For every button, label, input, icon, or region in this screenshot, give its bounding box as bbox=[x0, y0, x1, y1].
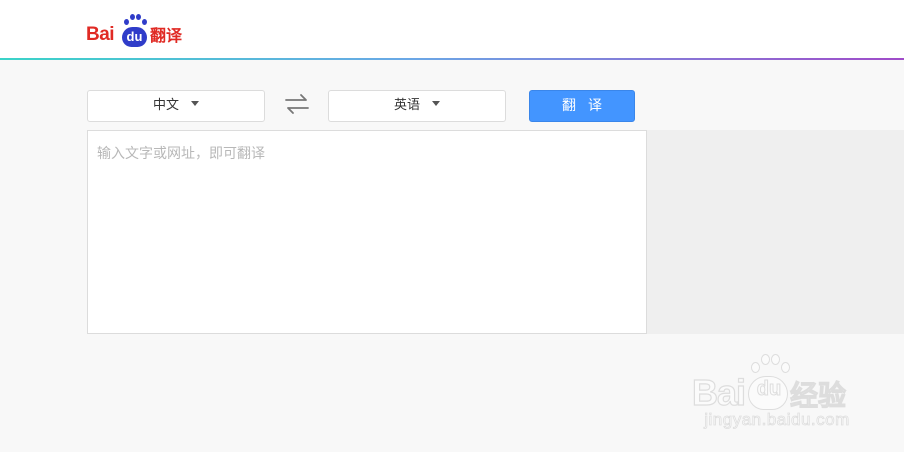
paw-icon bbox=[748, 352, 792, 378]
target-language-select[interactable]: 英语 bbox=[328, 90, 506, 122]
target-language-label: 英语 bbox=[393, 98, 420, 113]
header-bar: Bai du 翻译 bbox=[0, 0, 904, 60]
watermark-url-text: jingyan.baidu.com bbox=[704, 410, 850, 430]
source-language-select[interactable]: 中文 bbox=[87, 90, 265, 122]
header-gradient-divider bbox=[0, 58, 904, 60]
chevron-down-icon bbox=[191, 101, 199, 106]
chevron-down-icon bbox=[432, 101, 440, 106]
translation-output-panel bbox=[647, 130, 904, 334]
logo-fanyi-text: 翻译 bbox=[150, 26, 183, 45]
baidu-jingyan-watermark: Bai du 经验 jingyan.baidu.com bbox=[691, 352, 862, 434]
watermark-jingyan-text: 经验 bbox=[789, 379, 847, 413]
source-text-panel bbox=[87, 130, 647, 334]
logo-bai-text: Bai bbox=[86, 24, 115, 45]
swap-icon bbox=[285, 94, 309, 114]
source-text-input[interactable] bbox=[88, 131, 646, 333]
watermark-bai-text: Bai bbox=[691, 371, 746, 413]
logo-du-text: du bbox=[122, 27, 147, 47]
source-language-label: 中文 bbox=[152, 98, 179, 113]
swap-languages-button[interactable] bbox=[284, 92, 310, 116]
translate-button[interactable]: 翻译 bbox=[529, 90, 635, 122]
baidu-fanyi-logo[interactable]: Bai du 翻译 bbox=[86, 13, 186, 47]
watermark-du-text: du bbox=[756, 378, 782, 401]
